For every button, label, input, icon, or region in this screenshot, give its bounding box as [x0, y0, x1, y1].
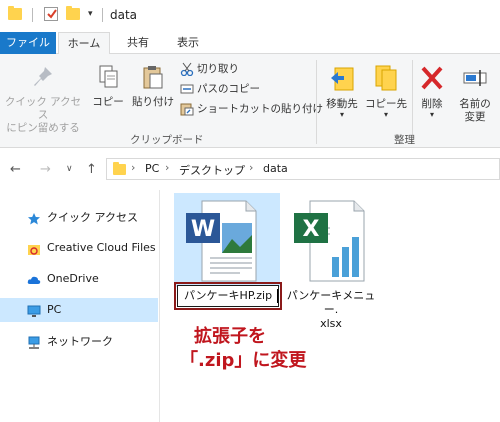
properties-check-icon[interactable]: [44, 7, 58, 21]
up-button[interactable]: ↑: [86, 162, 97, 177]
copy-label: コピー: [92, 96, 124, 108]
copy-to-dropdown-icon: ▾: [383, 110, 388, 119]
annotation-line-2: 「.zip」に変更: [180, 350, 307, 371]
forward-button[interactable]: →: [40, 162, 51, 177]
address-bar-row: ← → ∨ ↑ › PC › デスクトップ › data: [0, 148, 500, 190]
cut-button[interactable]: 切り取り: [180, 60, 239, 78]
group-divider: [316, 60, 317, 144]
copy-to-label: コピー先: [365, 98, 407, 110]
file-item-excel[interactable]: X パンケーキメニュー. xlsx: [286, 193, 376, 330]
network-icon: [27, 335, 41, 349]
copy-to-button[interactable]: コピー先 ▾: [364, 64, 408, 119]
monitor-icon: [27, 303, 41, 317]
sidebar-item-label: Creative Cloud Files: [47, 241, 156, 254]
navigation-pane: クイック アクセス Creative Cloud Files OneDrive …: [0, 190, 160, 422]
pin-to-quick-access-button[interactable]: クイック アクセス にピン留めする: [4, 64, 82, 135]
breadcrumb-separator: ›: [249, 161, 254, 174]
sidebar-item-network[interactable]: ネットワーク: [0, 330, 158, 354]
breadcrumb-pc[interactable]: PC: [145, 162, 159, 175]
tab-share[interactable]: 共有: [116, 32, 160, 54]
text-caret: [277, 289, 278, 303]
ribbon-tabs: ファイル ホーム 共有 表示: [0, 32, 500, 55]
back-button[interactable]: ←: [10, 162, 21, 177]
paste-shortcut-label: ショートカットの貼り付け: [197, 103, 323, 115]
tab-file[interactable]: ファイル: [0, 32, 56, 54]
title-bar: ▾ data: [0, 0, 500, 32]
tab-home[interactable]: ホーム: [58, 32, 110, 55]
sidebar-item-label: PC: [47, 303, 62, 316]
organize-group-label: 整理: [394, 134, 415, 146]
address-field[interactable]: › PC › デスクトップ › data: [106, 158, 500, 180]
paste-shortcut-icon: [180, 102, 194, 116]
annotation-line-1: 拡張子を: [194, 326, 266, 347]
breadcrumb-data[interactable]: data: [263, 162, 288, 175]
sidebar-item-creative-cloud[interactable]: Creative Cloud Files: [0, 236, 158, 260]
copy-path-icon: [180, 82, 194, 96]
word-document-icon: W: [186, 200, 257, 282]
divider: [32, 8, 33, 22]
folder-icon: [8, 6, 22, 20]
folder-icon: [113, 162, 126, 175]
quick-access-toolbar-dropdown[interactable]: ▾: [88, 9, 93, 19]
copy-path-button[interactable]: パスのコピー: [180, 80, 260, 98]
new-folder-icon[interactable]: [66, 6, 80, 20]
delete-dropdown-icon: ▾: [429, 110, 434, 119]
delete-x-icon: [421, 66, 443, 90]
recent-locations-dropdown[interactable]: ∨: [66, 164, 73, 174]
clipboard-group-label: クリップボード: [130, 134, 204, 146]
ribbon-home: クイック アクセス にピン留めする コピー 貼り付け 切り取り パスのコピー シ…: [0, 54, 500, 148]
copy-to-icon: [375, 65, 397, 91]
file-list: W パンケーキHP.zip X パンケーキメニュー. xlsx 拡張子を 「.z…: [160, 190, 500, 422]
paste-icon: [143, 66, 163, 89]
tab-view[interactable]: 表示: [166, 32, 210, 54]
pin-label: クイック アクセス にピン留めする: [4, 96, 82, 134]
svg-text:X: X: [303, 217, 320, 242]
file-item-word[interactable]: W: [174, 193, 280, 287]
copy-button[interactable]: コピー: [88, 64, 128, 109]
sidebar-item-label: OneDrive: [47, 272, 99, 285]
sidebar-item-label: クイック アクセス: [47, 211, 138, 224]
copy-path-label: パスのコピー: [197, 83, 260, 95]
cut-label: 切り取り: [197, 63, 239, 75]
cloud-icon: [27, 272, 41, 286]
delete-label: 削除: [421, 98, 443, 110]
delete-button[interactable]: 削除 ▾: [414, 64, 450, 119]
move-to-button[interactable]: 移動先 ▾: [320, 64, 364, 119]
breadcrumb-desktop[interactable]: デスクトップ: [179, 162, 245, 178]
sidebar-item-quick-access[interactable]: クイック アクセス: [0, 206, 158, 230]
rename-label: 名前の 変更: [459, 98, 491, 123]
paste-label: 貼り付け: [132, 96, 174, 108]
excel-document-icon: X: [294, 200, 365, 282]
sidebar-item-pc[interactable]: PC: [0, 298, 158, 322]
paste-shortcut-button[interactable]: ショートカットの貼り付け: [180, 100, 323, 118]
breadcrumb-separator: ›: [131, 161, 136, 174]
paste-button[interactable]: 貼り付け: [130, 64, 176, 109]
divider: [102, 8, 103, 22]
move-to-dropdown-icon: ▾: [339, 110, 344, 119]
annotation-callout: 拡張子を 「.zip」に変更: [180, 325, 306, 373]
rename-input[interactable]: パンケーキHP.zip: [177, 285, 279, 307]
window-title: data: [110, 8, 138, 22]
creative-cloud-icon: [27, 241, 41, 255]
copy-icon: [99, 65, 118, 88]
rename-input-value: パンケーキHP.zip: [184, 289, 273, 302]
rename-icon: [463, 70, 487, 86]
move-to-icon: [331, 67, 354, 91]
move-to-label: 移動先: [326, 98, 358, 110]
rename-button[interactable]: 名前の 変更: [452, 64, 498, 124]
sidebar-item-onedrive[interactable]: OneDrive: [0, 267, 158, 291]
pin-icon: [34, 67, 52, 86]
scissors-icon: [180, 62, 194, 77]
breadcrumb-separator: ›: [165, 161, 170, 174]
svg-text:W: W: [191, 217, 215, 242]
star-icon: [27, 211, 41, 225]
sidebar-item-label: ネットワーク: [47, 335, 113, 348]
